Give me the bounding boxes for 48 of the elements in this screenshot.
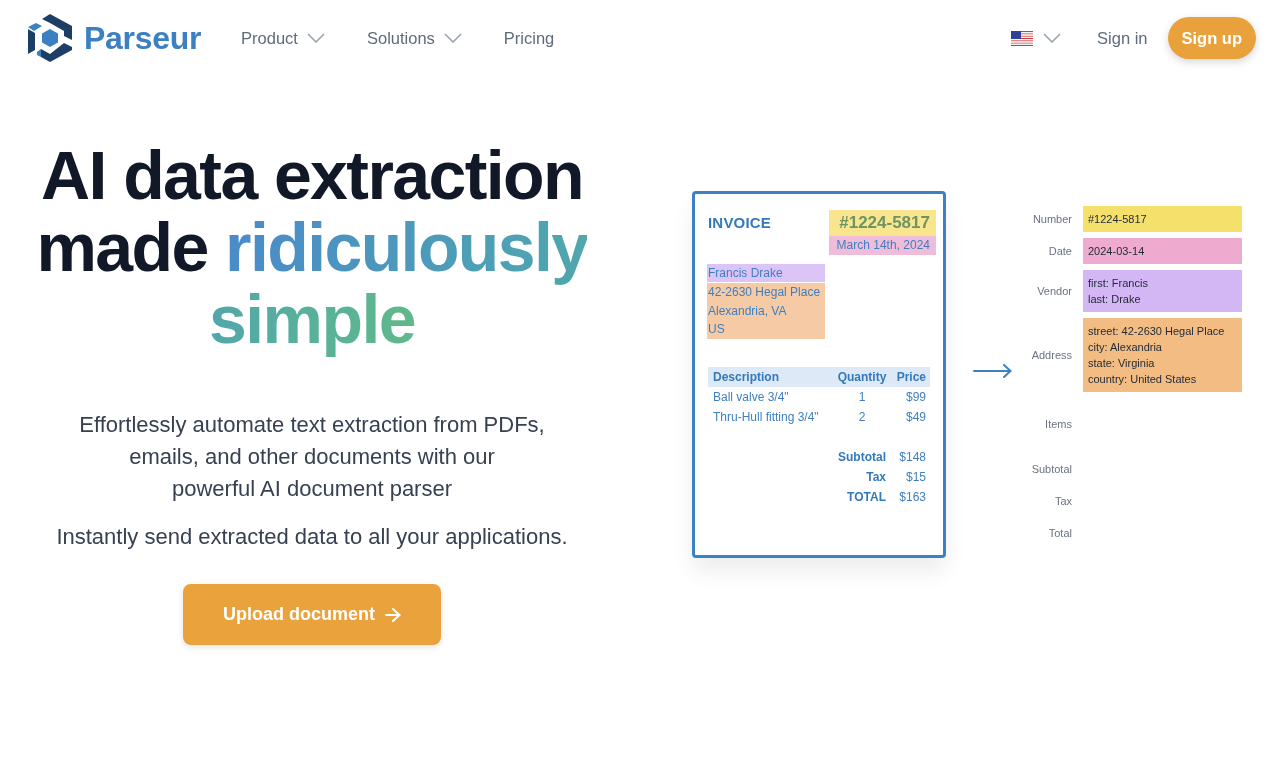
total-value: $15: [904, 468, 927, 486]
field-label: Number: [1031, 213, 1072, 225]
field-label: Subtotal: [1030, 463, 1072, 475]
hero-tagline: Instantly send extracted data to all your applications.: [56, 523, 568, 551]
vendor-name: Francis Drake: [707, 263, 825, 282]
field-label: Total: [1047, 527, 1072, 539]
table-cell-text: $99: [904, 388, 927, 406]
table-header-cell: Quantity: [834, 366, 890, 387]
invoice-title: INVOICE: [708, 214, 772, 231]
total-label: TOTAL: [846, 488, 886, 506]
table-cell-text: $49: [904, 408, 927, 426]
invoice-date: March 14th, 2024: [829, 236, 936, 255]
logo-link[interactable]: Parseur: [28, 14, 202, 62]
nav-link[interactable]: Product: [241, 28, 325, 48]
field-label: Vendor: [1036, 285, 1072, 297]
sign-in-link[interactable]: Sign in: [1097, 28, 1148, 48]
hero-description: Effortlessly automate text extraction from PDFs, emails, and other documents with our powerful AI document parser: [79, 411, 545, 503]
invoice-number: #1224-5817: [829, 210, 936, 236]
table-cell-text: Ball valve 3/4": [712, 388, 790, 406]
table-cell-text: 1: [857, 388, 867, 406]
nav-link[interactable]: Solutions: [366, 28, 462, 48]
chevron-down-icon: [1043, 33, 1062, 43]
logo-icon: [28, 14, 72, 62]
arrow-right-icon: [385, 607, 401, 622]
chevron-down-icon: [306, 33, 325, 43]
nav-link[interactable]: Pricing: [503, 28, 555, 48]
total-value: $163: [898, 488, 927, 506]
table-header-cell: Price: [890, 366, 930, 387]
field-value: 2024-03-14: [1083, 238, 1242, 264]
field-value: first: Francis last: Drake: [1083, 270, 1242, 312]
field-label: Date: [1047, 245, 1072, 257]
total-label: Subtotal: [837, 448, 886, 466]
field-value: street: 42-2630 Hegal Place city: Alexandria state: Virginia country: United States: [1083, 318, 1242, 392]
total-label: Tax: [865, 468, 886, 486]
field-label: Tax: [1053, 495, 1072, 507]
language-selector[interactable]: [1011, 30, 1062, 46]
field-value: #1224-5817: [1083, 206, 1242, 232]
arrow-right-icon: [973, 364, 1012, 378]
chevron-down-icon: [443, 33, 462, 43]
flag-icon: [1011, 30, 1034, 46]
table-header-cell: Description: [708, 366, 834, 387]
field-label: Items: [1044, 418, 1072, 430]
vendor-address: 42-2630 Hegal Place Alexandria, VA US: [707, 283, 825, 339]
table-cell-text: 2: [857, 408, 867, 426]
hero-headline: AI data extraction made ridiculously simple: [35, 139, 589, 355]
field-label: Address: [1030, 349, 1072, 361]
table-cell-text: Thru-Hull fitting 3/4": [712, 408, 820, 426]
total-value: $148: [898, 448, 927, 466]
